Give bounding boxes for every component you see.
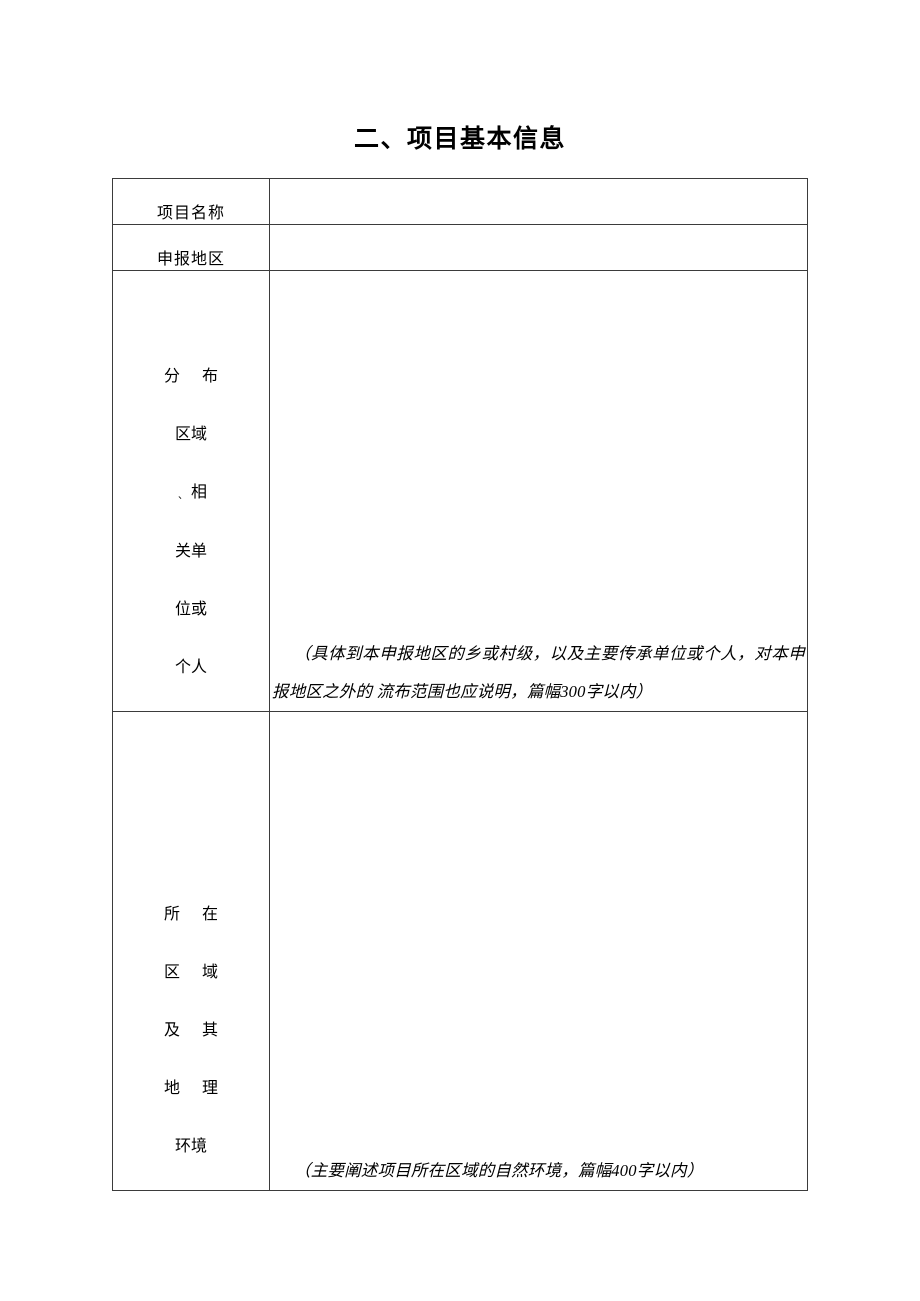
page-title: 二、项目基本信息 bbox=[353, 125, 566, 153]
distribution-hint: （具体到本申报地区的乡或村级，以及主要传承单位或个人，对本申报地区之外的 流布范… bbox=[270, 624, 807, 711]
distribution-label-line-2: 区域 bbox=[174, 426, 207, 444]
application-region-label: 申报地区 bbox=[112, 224, 270, 271]
distribution-label-line-6: 个人 bbox=[174, 659, 207, 676]
distribution-label-cell: 分 布 区域 、相 关单 位或 个人 bbox=[112, 270, 270, 712]
geography-label-line-1: 所 在 bbox=[163, 906, 227, 923]
geography-label-line-2: 区 域 bbox=[163, 964, 227, 981]
geography-label-cell: 所 在 区 域 及 其 地 理 环境 bbox=[112, 711, 270, 1191]
project-name-value[interactable] bbox=[269, 178, 808, 225]
geography-label-line-3: 及 其 bbox=[163, 1022, 227, 1039]
table-row-application-region: 申报地区 bbox=[112, 224, 808, 271]
geography-label-line-5: 环境 bbox=[174, 1138, 207, 1155]
table-row-project-name: 项目名称 bbox=[112, 178, 808, 225]
project-name-label: 项目名称 bbox=[112, 178, 270, 225]
project-basic-info-table: 项目名称 申报地区 分 布 区域 、相 关单 位或 个人 （具体到本申报地区的乡 bbox=[112, 178, 808, 1191]
distribution-label-line-3-text: 相 bbox=[191, 484, 208, 502]
distribution-label-line-4: 关单 bbox=[174, 543, 207, 560]
geography-value-cell[interactable]: （主要阐述项目所在区域的自然环境，篇幅400字以内） bbox=[269, 711, 808, 1191]
distribution-label-line-3: 、相 bbox=[113, 478, 269, 508]
geography-hint-line-1: （主要阐述项目所在区域的自然环境，篇幅400字以内） bbox=[294, 1161, 704, 1180]
application-region-value[interactable] bbox=[269, 224, 808, 271]
distribution-vertical-label: 分 布 区域 、相 关单 位或 个人 bbox=[113, 333, 269, 711]
distribution-label-line-1: 分 布 bbox=[163, 368, 227, 386]
geography-hint: （主要阐述项目所在区域的自然环境，篇幅400字以内） bbox=[270, 1141, 807, 1190]
table-row-distribution: 分 布 区域 、相 关单 位或 个人 （具体到本申报地区的乡或村级，以及主要传承… bbox=[112, 270, 808, 712]
distribution-value-cell[interactable]: （具体到本申报地区的乡或村级，以及主要传承单位或个人，对本申报地区之外的 流布范… bbox=[269, 270, 808, 712]
table-row-geography: 所 在 区 域 及 其 地 理 环境 （主要阐述项目所在区域的自然环境，篇幅40… bbox=[112, 711, 808, 1191]
distribution-label-line-5: 位或 bbox=[174, 601, 207, 618]
distribution-hint-line-2: 流布范围也应说明，篇幅300字以内） bbox=[376, 682, 653, 701]
geography-vertical-label: 所 在 区 域 及 其 地 理 环境 bbox=[113, 871, 269, 1190]
geography-label-line-4: 地 理 bbox=[163, 1080, 227, 1097]
enumeration-comma-icon: 、 bbox=[178, 490, 188, 501]
